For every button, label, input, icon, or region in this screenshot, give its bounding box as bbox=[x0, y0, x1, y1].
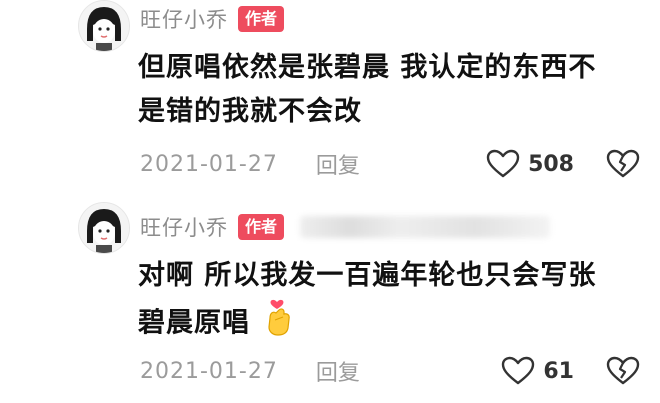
author-badge: 作者 bbox=[238, 6, 285, 32]
comment-line-with-emoji: 碧晨原唱 bbox=[138, 298, 638, 350]
like-button[interactable]: 508 bbox=[486, 149, 574, 179]
comment-date: 2021-01-27 bbox=[140, 358, 278, 384]
username[interactable]: 旺仔小乔 bbox=[140, 212, 228, 242]
author-badge: 作者 bbox=[238, 214, 285, 240]
finger-heart-emoji bbox=[264, 298, 294, 350]
comment-date: 2021-01-27 bbox=[140, 151, 278, 177]
comment-item: 旺仔小乔 作者 但原唱依然是张碧晨 我认定的东西不 是错的我就不会改 2021-… bbox=[0, 0, 660, 200]
comment-meta: 2021-01-27 回复 508 bbox=[140, 144, 650, 184]
comment-header: 旺仔小乔 作者 bbox=[140, 2, 285, 36]
comment-text: 但原唱依然是张碧晨 我认定的东西不 是错的我就不会改 bbox=[138, 46, 638, 134]
broken-heart-icon bbox=[606, 356, 640, 385]
comment-line: 是错的我就不会改 bbox=[138, 96, 362, 127]
broken-heart-icon bbox=[606, 149, 640, 178]
username[interactable]: 旺仔小乔 bbox=[140, 4, 228, 34]
like-button[interactable]: 61 bbox=[501, 356, 574, 386]
comment-line: 对啊 所以我发一百遍年轮也只会写张 bbox=[138, 260, 597, 291]
blurred-reply-target bbox=[300, 216, 551, 238]
dislike-button[interactable] bbox=[606, 356, 640, 386]
comment-text: 对啊 所以我发一百遍年轮也只会写张 碧晨原唱 bbox=[138, 254, 638, 350]
reply-button[interactable]: 回复 bbox=[316, 148, 360, 180]
avatar[interactable] bbox=[78, 0, 130, 52]
like-count: 61 bbox=[543, 358, 574, 384]
comment-line: 但原唱依然是张碧晨 我认定的东西不 bbox=[138, 52, 597, 83]
comment-item: 旺仔小乔 作者 对啊 所以我发一百遍年轮也只会写张 碧晨原唱 2021-01-2… bbox=[0, 200, 660, 403]
comment-meta: 2021-01-27 回复 61 bbox=[140, 351, 650, 391]
heart-outline-icon bbox=[486, 149, 520, 178]
comment-header: 旺仔小乔 作者 bbox=[140, 210, 551, 244]
avatar[interactable] bbox=[78, 202, 130, 254]
comment-line: 碧晨原唱 bbox=[138, 307, 250, 339]
reply-button[interactable]: 回复 bbox=[316, 355, 360, 387]
like-count: 508 bbox=[528, 151, 574, 177]
heart-outline-icon bbox=[502, 356, 535, 385]
dislike-button[interactable] bbox=[606, 149, 640, 179]
